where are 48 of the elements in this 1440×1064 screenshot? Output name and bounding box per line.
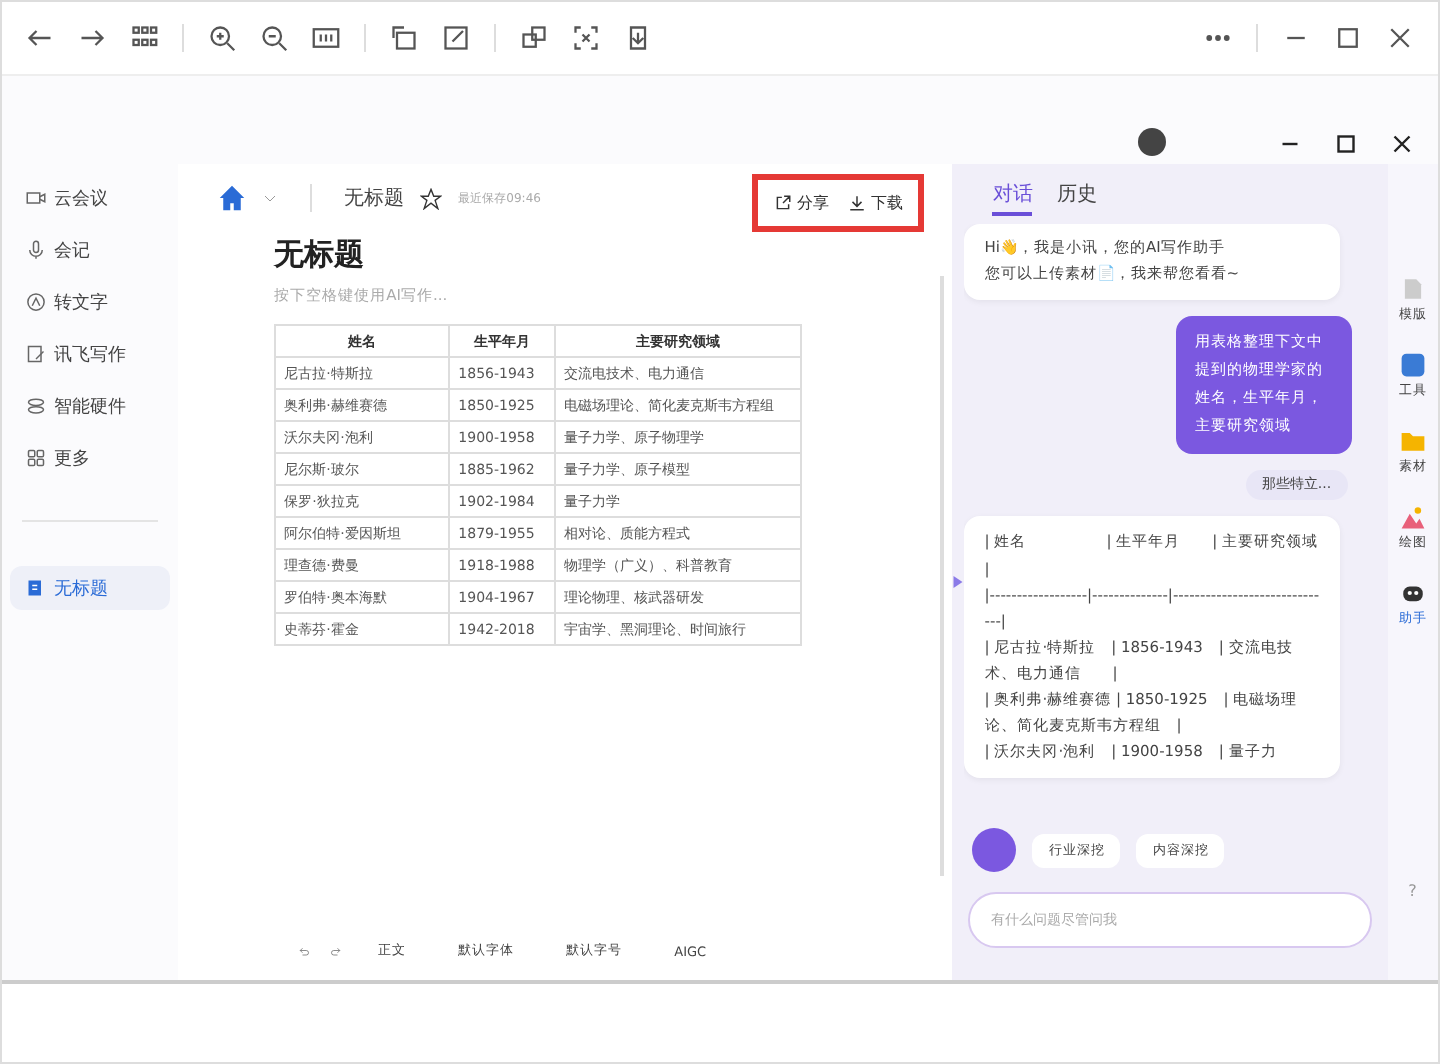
scan-text-icon[interactable] (572, 24, 600, 52)
star-icon[interactable] (420, 187, 443, 209)
picture-icon (1399, 504, 1426, 530)
tab[interactable]: 历史 (1056, 180, 1097, 216)
video-camera-icon (26, 188, 46, 208)
sidebar-item[interactable]: 云会议 (10, 180, 171, 216)
stack-icon (26, 396, 46, 416)
sidebar-item[interactable]: 讯飞写作 (10, 336, 171, 372)
document-icon (26, 578, 46, 598)
edit-icon[interactable] (442, 24, 470, 52)
sidebar-item[interactable]: 更多 (10, 440, 171, 476)
maximize-icon[interactable] (1334, 24, 1362, 52)
tab[interactable]: 对话 (992, 180, 1033, 216)
microphone-icon (26, 240, 46, 260)
sidebar-item[interactable]: 无标题 (10, 566, 171, 610)
text-circle-icon (26, 292, 46, 312)
share-icon (774, 193, 793, 211)
zoom-in-icon[interactable] (208, 24, 236, 52)
close-icon[interactable] (1386, 24, 1414, 52)
document-icon (1399, 276, 1426, 302)
avatar[interactable] (1138, 128, 1166, 156)
download-icon (848, 193, 867, 211)
document-title: 无标题 (344, 185, 405, 212)
pen-document-icon (26, 344, 46, 364)
folder-icon (1399, 428, 1426, 454)
download-icon[interactable] (624, 24, 652, 52)
home-icon[interactable] (218, 184, 247, 212)
caret-icon[interactable] (262, 190, 279, 206)
grid-icon (26, 448, 46, 468)
undo-icon[interactable] (298, 945, 311, 957)
download-button[interactable]: 下载 (848, 191, 903, 213)
close-icon[interactable] (1390, 132, 1414, 156)
sidebar-item[interactable]: 智能硬件 (10, 388, 171, 424)
redo-icon[interactable] (330, 945, 343, 957)
square-icon (1399, 352, 1426, 378)
new-chat-button[interactable] (972, 828, 1017, 872)
fit-width-icon[interactable] (312, 24, 340, 52)
copy-icon[interactable] (520, 24, 548, 52)
forward-arrow-icon[interactable] (78, 24, 106, 52)
sidebar-item[interactable]: 转文字 (10, 284, 171, 320)
back-arrow-icon[interactable] (26, 24, 54, 52)
share-button[interactable]: 分享 (774, 191, 829, 213)
zoom-out-icon[interactable] (260, 24, 288, 52)
grid-icon[interactable] (130, 24, 158, 52)
maximize-icon[interactable] (1334, 132, 1358, 156)
sidebar-item[interactable]: 会记 (10, 232, 171, 268)
document-heading: 无标题 (274, 236, 367, 274)
rotate-icon[interactable] (390, 24, 418, 52)
